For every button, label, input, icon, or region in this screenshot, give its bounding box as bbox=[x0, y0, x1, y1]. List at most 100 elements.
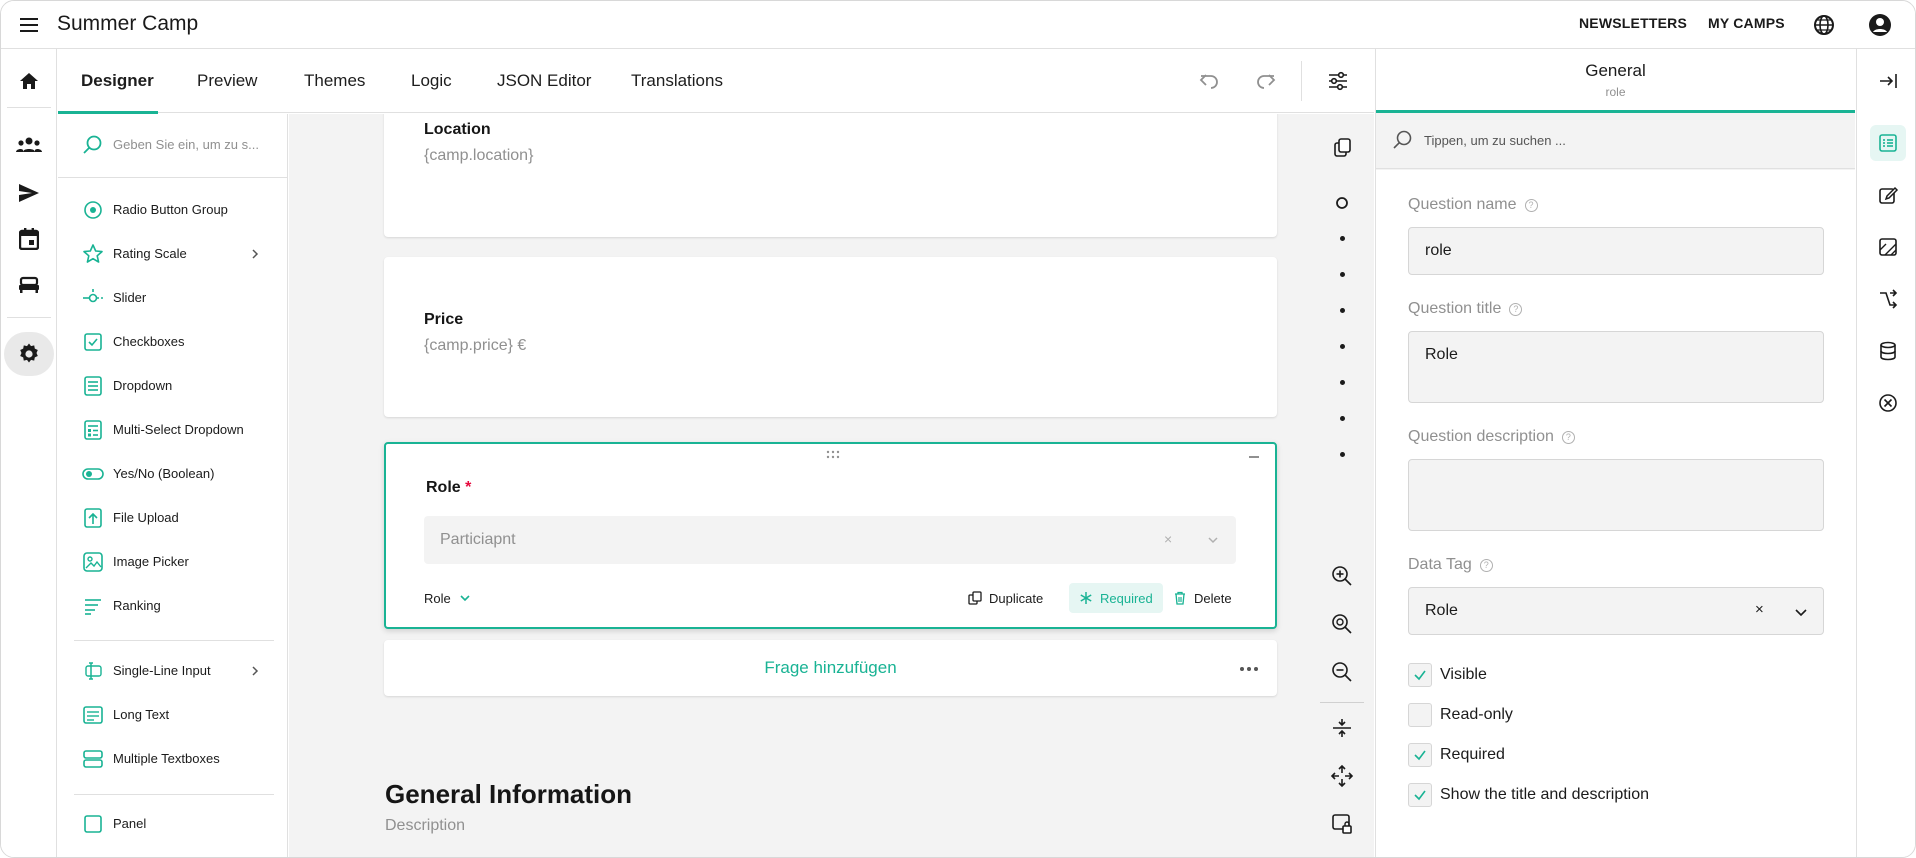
bed-icon bbox=[19, 276, 39, 293]
page-nav-dot[interactable] bbox=[1340, 416, 1345, 421]
page-nav-current-icon[interactable] bbox=[1330, 191, 1354, 215]
settings-sliders-icon[interactable] bbox=[1326, 69, 1350, 93]
toolbox-item-file-upload[interactable]: File Upload bbox=[58, 498, 287, 538]
account-icon[interactable] bbox=[1867, 12, 1893, 38]
category-conditions[interactable] bbox=[1870, 281, 1906, 317]
visible-checkbox[interactable]: Visible bbox=[1408, 663, 1487, 687]
tab-translations[interactable]: Translations bbox=[631, 49, 723, 113]
page-nav-dot[interactable] bbox=[1340, 452, 1345, 457]
help-icon[interactable]: ? bbox=[1509, 302, 1523, 316]
required-checkbox[interactable]: Required bbox=[1408, 743, 1505, 767]
page-nav-dot[interactable] bbox=[1340, 344, 1345, 349]
rail-home[interactable] bbox=[4, 59, 54, 103]
category-choice-options[interactable] bbox=[1870, 177, 1906, 213]
checkbox-box[interactable] bbox=[1408, 783, 1432, 807]
toolbox-item-dropdown[interactable]: Dropdown bbox=[58, 366, 287, 406]
lock-device-icon[interactable] bbox=[1330, 812, 1354, 836]
help-icon[interactable]: ? bbox=[1561, 430, 1575, 444]
role-dropdown[interactable]: Particiapnt × bbox=[424, 516, 1236, 564]
collapse-icon[interactable] bbox=[1249, 456, 1259, 458]
duplicate-button[interactable]: Duplicate bbox=[968, 583, 1043, 613]
clear-icon[interactable]: × bbox=[1164, 531, 1172, 547]
globe-icon[interactable] bbox=[1812, 13, 1836, 37]
toolbox-item-radio-button-group[interactable]: Radio Button Group bbox=[58, 190, 287, 230]
zoom-to-fit-icon[interactable] bbox=[1330, 612, 1354, 636]
toolbox-item-single-line-input[interactable]: Single-Line Input bbox=[58, 651, 287, 691]
question-type-selector[interactable]: Role bbox=[424, 583, 478, 613]
tab-json-editor[interactable]: JSON Editor bbox=[497, 49, 591, 113]
rail-divider bbox=[7, 107, 51, 108]
read-only-checkbox[interactable]: Read-only bbox=[1408, 703, 1513, 727]
page-description[interactable]: Description bbox=[385, 817, 465, 835]
rail-settings[interactable] bbox=[4, 332, 54, 376]
nav-newsletters-link[interactable]: NEWSLETTERS bbox=[1579, 15, 1687, 31]
checkbox-box[interactable] bbox=[1408, 703, 1432, 727]
toolbox-item-label: Rating Scale bbox=[113, 246, 187, 261]
toolbox-search[interactable]: Geben Sie ein, um zu s... bbox=[58, 114, 288, 178]
more-horizontal-icon[interactable] bbox=[1239, 666, 1259, 672]
add-question-button[interactable]: Frage hinzufügen bbox=[384, 658, 1277, 678]
tab-preview[interactable]: Preview bbox=[197, 49, 257, 113]
question-title-textarea[interactable]: Role bbox=[1408, 331, 1824, 403]
tab-logic[interactable]: Logic bbox=[411, 49, 452, 113]
help-icon[interactable]: ? bbox=[1524, 198, 1538, 212]
question-value: {camp.location} bbox=[424, 147, 534, 164]
page-nav-dot[interactable] bbox=[1340, 236, 1345, 241]
collapse-panel-button[interactable] bbox=[1870, 63, 1906, 99]
question-card-location[interactable]: Location {camp.location} bbox=[384, 114, 1277, 237]
question-card-role[interactable]: Role * Particiapnt × Role Duplicate Requ… bbox=[384, 442, 1277, 629]
question-name-input[interactable]: role bbox=[1408, 227, 1824, 275]
undo-icon[interactable] bbox=[1197, 69, 1221, 93]
category-layout[interactable] bbox=[1870, 229, 1906, 265]
expand-all-icon[interactable] bbox=[1330, 764, 1354, 788]
redo-icon[interactable] bbox=[1254, 69, 1278, 93]
rail-send[interactable] bbox=[4, 171, 54, 215]
property-search[interactable]: Tippen, um zu suchen ... bbox=[1376, 113, 1855, 169]
property-grid-header[interactable]: General role bbox=[1376, 49, 1855, 113]
data-tag-dropdown[interactable]: Role × bbox=[1408, 587, 1824, 635]
toolbox-item-multi-select-dropdown[interactable]: Multi-Select Dropdown bbox=[58, 410, 287, 450]
toolbox-item-ranking[interactable]: Ranking bbox=[58, 586, 287, 626]
question-card-price[interactable]: Price {camp.price} € bbox=[384, 257, 1277, 417]
toolbox-item-checkboxes[interactable]: Checkboxes bbox=[58, 322, 287, 362]
rail-bed[interactable] bbox=[4, 263, 54, 307]
drag-handle-icon[interactable] bbox=[826, 450, 840, 460]
checkbox-box[interactable] bbox=[1408, 743, 1432, 767]
toolbox-item-rating-scale[interactable]: Rating Scale bbox=[58, 234, 287, 274]
category-general[interactable] bbox=[1870, 125, 1906, 161]
hamburger-menu-icon[interactable] bbox=[18, 14, 40, 36]
toolbox-item-yes-no-boolean[interactable]: Yes/No (Boolean) bbox=[58, 454, 287, 494]
zoom-out-icon[interactable] bbox=[1330, 660, 1354, 684]
question-name-label: Question name? bbox=[1408, 196, 1538, 214]
show-title-description-checkbox[interactable]: Show the title and description bbox=[1408, 783, 1649, 807]
category-data[interactable] bbox=[1870, 333, 1906, 369]
page-nav-dot[interactable] bbox=[1340, 380, 1345, 385]
toolbox-item-label: Long Text bbox=[113, 707, 170, 722]
checkbox-box[interactable] bbox=[1408, 663, 1432, 687]
collapse-all-icon[interactable] bbox=[1330, 716, 1354, 740]
toolbox-item-slider[interactable]: Slider bbox=[58, 278, 287, 318]
required-toggle-button[interactable]: Required bbox=[1069, 583, 1163, 613]
page-nav-dot[interactable] bbox=[1340, 272, 1345, 277]
tab-designer[interactable]: Designer bbox=[81, 49, 154, 113]
category-validation[interactable] bbox=[1870, 385, 1906, 421]
duplicate-page-icon[interactable] bbox=[1330, 136, 1354, 160]
page-nav-dot[interactable] bbox=[1340, 308, 1345, 313]
rail-calendar[interactable] bbox=[4, 217, 54, 261]
toolbox-item-image-picker[interactable]: Image Picker bbox=[58, 542, 287, 582]
zoom-in-icon[interactable] bbox=[1330, 564, 1354, 588]
chevron-right-icon bbox=[252, 249, 259, 259]
toolbox-item-long-text[interactable]: Long Text bbox=[58, 695, 287, 735]
toolbox-item-panel[interactable]: Panel bbox=[58, 804, 287, 844]
help-icon[interactable]: ? bbox=[1479, 558, 1493, 572]
chevron-down-icon[interactable] bbox=[1793, 604, 1809, 620]
tab-themes[interactable]: Themes bbox=[304, 49, 365, 113]
delete-button[interactable]: Delete bbox=[1173, 583, 1232, 613]
chevron-down-icon[interactable] bbox=[1206, 533, 1220, 547]
page-title[interactable]: General Information bbox=[385, 779, 632, 810]
nav-my-camps-link[interactable]: MY CAMPS bbox=[1708, 15, 1785, 31]
clear-icon[interactable]: × bbox=[1755, 601, 1764, 618]
rail-people[interactable] bbox=[4, 123, 54, 167]
toolbox-item-multiple-textboxes[interactable]: Multiple Textboxes bbox=[58, 739, 287, 779]
question-description-textarea[interactable] bbox=[1408, 459, 1824, 531]
